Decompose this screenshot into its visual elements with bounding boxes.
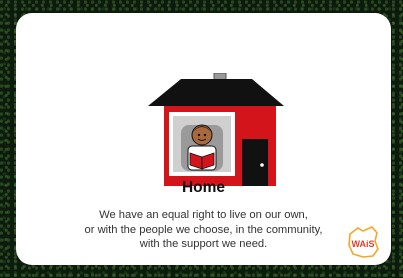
wais-logo-icon: WAiS (348, 226, 379, 258)
house-with-person-reading-icon (148, 73, 284, 186)
svg-text:WAiS: WAiS (351, 239, 374, 249)
symbol-card: Home We have an equal right to live on o… (16, 13, 391, 265)
card-title: Home (181, 179, 226, 196)
description-line: or with the people we choose, in the com… (84, 223, 323, 236)
description-line: with the support we need. (139, 238, 268, 250)
description-line: We have an equal right to live on our ow… (99, 209, 308, 221)
card-description: We have an equal right to live on our ow… (56, 208, 351, 252)
